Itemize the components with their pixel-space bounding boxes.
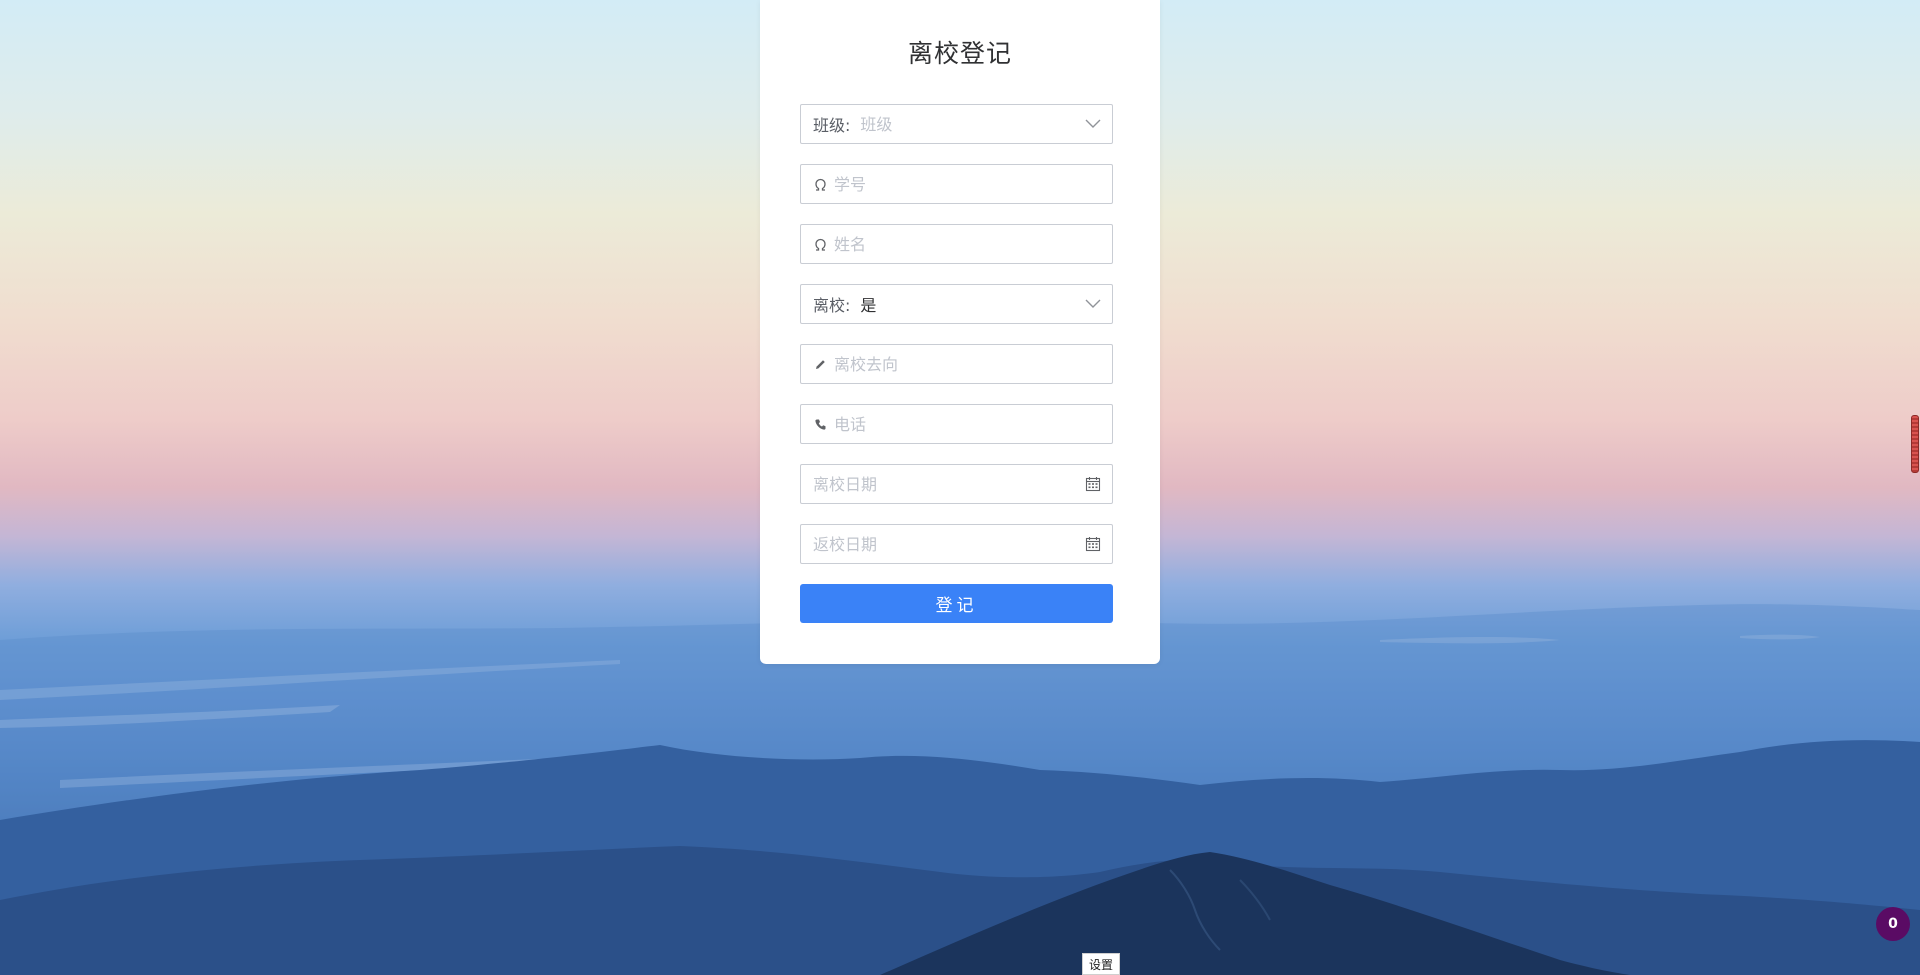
leave-date-input[interactable] xyxy=(813,474,1084,494)
class-select[interactable]: 班级: xyxy=(800,104,1113,144)
calendar-icon[interactable] xyxy=(1084,535,1102,553)
student-id-field[interactable] xyxy=(800,164,1113,204)
leave-school-label: 离校: xyxy=(813,296,851,315)
leave-date-picker[interactable] xyxy=(800,464,1113,504)
return-date-picker[interactable] xyxy=(800,524,1113,564)
return-date-input[interactable] xyxy=(813,534,1084,554)
phone-input[interactable] xyxy=(834,414,1112,434)
notification-badge[interactable]: 0 xyxy=(1876,907,1910,941)
leave-school-select[interactable]: 离校: 是 xyxy=(800,284,1113,324)
name-field[interactable] xyxy=(800,224,1113,264)
destination-input[interactable] xyxy=(834,354,1112,374)
phone-icon xyxy=(813,417,827,431)
class-select-input[interactable] xyxy=(860,114,1084,134)
name-input[interactable] xyxy=(834,234,1112,254)
student-id-input[interactable] xyxy=(834,174,1112,194)
user-icon xyxy=(813,177,827,191)
destination-field[interactable] xyxy=(800,344,1113,384)
leave-registration-card: 离校登记 班级: 离校: 是 xyxy=(760,0,1160,664)
chevron-down-icon[interactable] xyxy=(1084,295,1102,313)
register-submit-button[interactable]: 登记 xyxy=(800,584,1113,623)
phone-field[interactable] xyxy=(800,404,1113,444)
leave-school-value: 是 xyxy=(860,296,877,315)
form-title: 离校登记 xyxy=(907,39,1012,68)
user-icon xyxy=(813,237,827,251)
scroll-handle[interactable] xyxy=(1911,415,1919,473)
chevron-down-icon[interactable] xyxy=(1084,115,1102,133)
calendar-icon[interactable] xyxy=(1084,475,1102,493)
settings-button[interactable]: 设置 xyxy=(1082,953,1120,975)
class-label: 班级: xyxy=(813,116,851,135)
pencil-icon xyxy=(813,357,827,371)
